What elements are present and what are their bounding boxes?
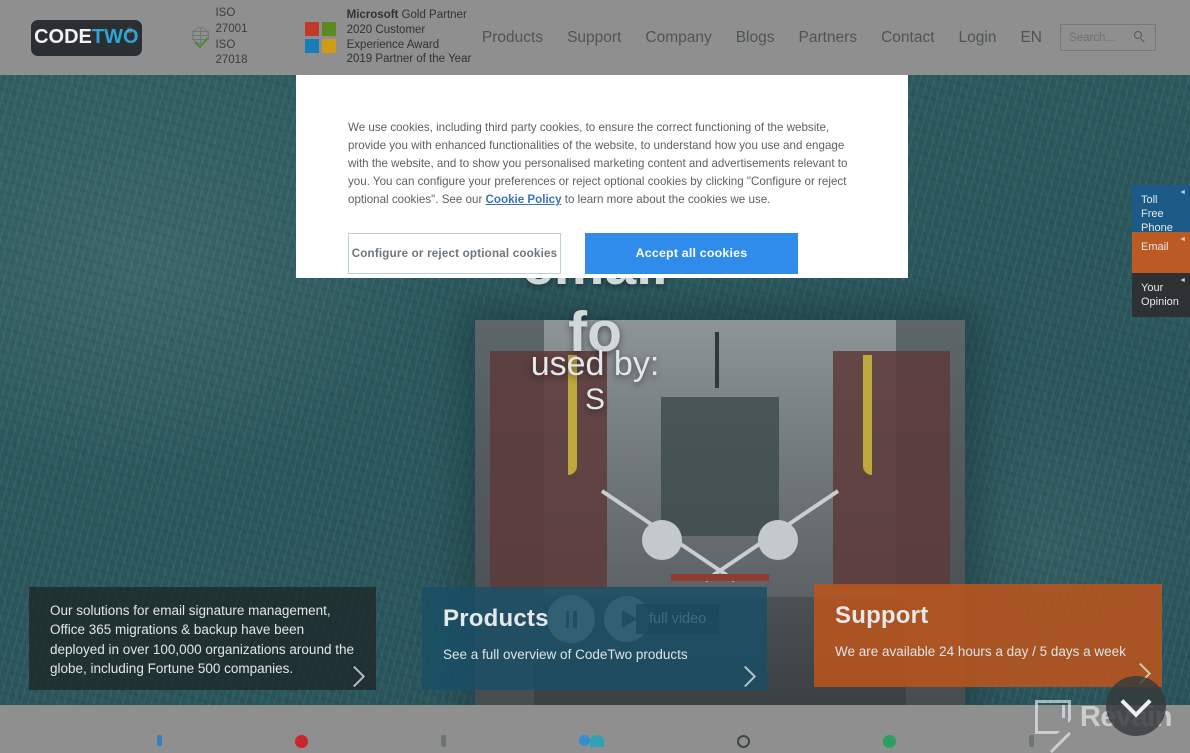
nav-item-contact[interactable]: Contact: [881, 29, 934, 47]
scroll-down-button[interactable]: [1106, 676, 1166, 736]
revain-logo-icon: [1034, 700, 1074, 753]
partner-logo-2: [294, 735, 308, 753]
hero-subheadline-text: used by:: [530, 345, 660, 383]
hero-subheadline: used by: S: [0, 345, 1190, 417]
nav-item-support[interactable]: Support: [567, 29, 621, 47]
card-info-text: Our solutions for email signature manage…: [50, 603, 354, 677]
nav-item-partners[interactable]: Partners: [799, 29, 858, 47]
chevron-left-icon: ◄: [1179, 277, 1186, 284]
partner-logo-bar: [0, 705, 1190, 753]
card-info[interactable]: Our solutions for email signature manage…: [29, 587, 376, 690]
globe-check-icon: [191, 27, 209, 49]
iso-line-2: ISO 27018: [215, 38, 248, 67]
microsoft-award-line-2: 2020 Customer Experience Award: [346, 23, 440, 51]
nav-item-blogs[interactable]: Blogs: [736, 29, 775, 47]
iso-certification-badge: ISO 27001 ISO 27018: [191, 6, 260, 68]
nav-item-company[interactable]: Company: [645, 29, 711, 47]
chevron-down-icon: [1120, 686, 1152, 718]
side-tab-email[interactable]: ◄ Email: [1132, 232, 1190, 273]
microsoft-partner-level: Gold Partner: [398, 8, 467, 21]
iso-line-1: ISO 27001: [215, 7, 248, 35]
logo-text-code: CODE: [34, 26, 92, 48]
side-tab-label: Your Opinion: [1141, 282, 1179, 308]
cookie-policy-link[interactable]: Cookie Policy: [486, 193, 562, 206]
chevron-left-icon: ◄: [1179, 189, 1186, 196]
partner-logo-5: [736, 735, 750, 753]
chevron-right-icon: [734, 665, 757, 688]
partner-logo-4: [578, 735, 604, 753]
side-tab-your-opinion[interactable]: ◄ Your Opinion: [1132, 273, 1190, 317]
partner-logo-3: [440, 735, 446, 753]
search-icon[interactable]: [1134, 31, 1147, 44]
card-products-title: Products: [443, 605, 549, 632]
cookie-consent-text: We use cookies, including third party co…: [348, 119, 856, 209]
nav-item-login[interactable]: Login: [959, 29, 997, 47]
language-selector[interactable]: EN: [1020, 29, 1042, 47]
search-input[interactable]: [1069, 31, 1131, 44]
side-tab-label: Toll Free Phone: [1141, 194, 1173, 234]
cookie-consent-dialog: We use cookies, including third party co…: [296, 75, 908, 278]
main-navigation: Products Support Company Blogs Partners …: [482, 24, 1190, 51]
card-products-text: See a full overview of CodeTwo products: [443, 647, 688, 662]
chevron-right-icon: [343, 665, 366, 688]
microsoft-award-badge: Microsoft Gold Partner 2020 Customer Exp…: [304, 8, 482, 68]
partner-logos: [0, 735, 1190, 753]
microsoft-brand: Microsoft: [346, 8, 399, 21]
partner-logo-6: [882, 735, 896, 753]
side-tabs: ◄ Toll Free Phone ◄ Email ◄ Your Opinion: [1132, 185, 1190, 317]
side-tab-label: Email: [1141, 241, 1169, 253]
configure-or-reject-cookies-button[interactable]: Configure or reject optional cookies: [348, 232, 561, 274]
codetwo-logo[interactable]: CODE TWO ®: [31, 19, 142, 56]
cookie-dialog-actions: Configure or reject optional cookies Acc…: [348, 232, 856, 274]
microsoft-award-line-1: Microsoft Gold Partner: [347, 8, 482, 23]
accept-all-cookies-button[interactable]: Accept all cookies: [585, 232, 798, 274]
card-products[interactable]: Products See a full overview of CodeTwo …: [422, 587, 767, 690]
search-box[interactable]: [1060, 24, 1156, 51]
site-header: CODE TWO ® ISO 27001 ISO 27018 Microsoft …: [0, 0, 1190, 75]
cookie-text-part-2: to learn more about the cookies we use.: [561, 192, 771, 206]
hero-brand-fragment: S: [584, 383, 605, 417]
partner-logo-7: [1028, 735, 1034, 753]
chevron-left-icon: ◄: [1179, 236, 1186, 243]
logo-trademark: ®: [126, 27, 133, 35]
card-support-text: We are available 24 hours a day / 5 days…: [835, 644, 1126, 659]
microsoft-award-line-3: 2019 Partner of the Year: [346, 53, 472, 66]
card-support-title: Support: [835, 602, 929, 629]
side-tab-toll-free-phone[interactable]: ◄ Toll Free Phone: [1132, 185, 1190, 234]
card-support[interactable]: Support We are available 24 hours a day …: [814, 584, 1162, 687]
nav-item-products[interactable]: Products: [482, 29, 543, 47]
microsoft-squares-icon: [304, 22, 336, 53]
promo-cards: Our solutions for email signature manage…: [0, 584, 1190, 690]
partner-logo-1: [156, 735, 162, 753]
